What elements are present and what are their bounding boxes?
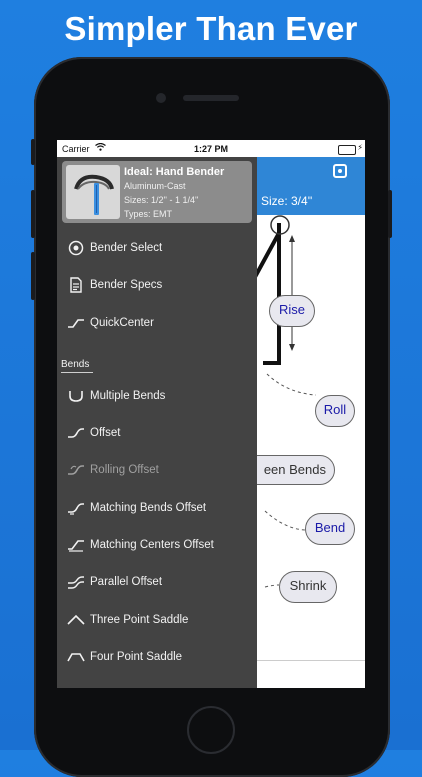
volume-up-button: [31, 190, 35, 238]
menu-item-label: Four Point Saddle: [90, 651, 183, 663]
bender-profile-card[interactable]: Ideal: Hand Bender Aluminum-Cast Sizes: …: [62, 161, 252, 223]
mute-switch: [31, 139, 35, 165]
matching-bends-icon: [66, 498, 86, 518]
section-underline: [61, 372, 93, 373]
four-point-saddle-icon: [66, 647, 86, 667]
power-button: [388, 190, 392, 238]
earpiece-speaker: [183, 95, 239, 101]
volume-down-button: [31, 252, 35, 300]
offset-icon: [66, 423, 86, 443]
charging-icon: ⚡: [357, 143, 363, 152]
navigation-drawer: Ideal: Hand Bender Aluminum-Cast Sizes: …: [57, 157, 257, 688]
menu-item-label: Offset: [90, 427, 121, 439]
front-camera: [156, 93, 166, 103]
matching-centers-icon: [66, 535, 86, 555]
menu-item-label: Rolling Offset: [90, 464, 159, 476]
parallel-offset-icon: [66, 572, 86, 592]
conduit-size-label: Size: 3/4'': [261, 194, 313, 208]
roll-leader: [266, 373, 317, 396]
conduit-segment: [253, 232, 281, 278]
u-bend-icon: [66, 386, 86, 406]
target-icon: [66, 238, 86, 258]
menu-item-label: Matching Bends Offset: [90, 502, 207, 514]
menu-item-label: Multiple Bends: [90, 390, 166, 402]
menu-item-multiple-bends[interactable]: Multiple Bends: [57, 379, 257, 413]
phone-screen: Carrier 1:27 PM ⚡ Size: 3/4'' Rise Roll …: [57, 140, 365, 688]
hand-bender-image: [66, 165, 120, 219]
menu-item-label: Bender Specs: [90, 279, 163, 291]
home-button[interactable]: [187, 706, 235, 754]
menu-item-three-point-saddle[interactable]: Three Point Saddle: [57, 603, 257, 637]
menu-item-offset[interactable]: Offset: [57, 416, 257, 450]
bends-section-header: Bends: [61, 359, 90, 370]
menu-item-bender-specs[interactable]: Bender Specs: [57, 268, 257, 302]
bend-leader: [264, 510, 306, 531]
menu-item-label: Bender Select: [90, 242, 163, 254]
menu-item-matching-centers-offset[interactable]: Matching Centers Offset: [57, 528, 257, 562]
menu-item-four-point-saddle[interactable]: Four Point Saddle: [57, 640, 257, 674]
divider: [257, 660, 365, 661]
menu-item-parallel-offset[interactable]: Parallel Offset: [57, 565, 257, 599]
menu-item-label: Three Point Saddle: [90, 614, 189, 626]
rise-callout[interactable]: Rise: [269, 295, 315, 327]
menu-item-label: Parallel Offset: [90, 576, 163, 588]
status-bar: Carrier 1:27 PM ⚡: [57, 140, 365, 157]
menu-item-rolling-offset[interactable]: Rolling Offset: [57, 453, 257, 487]
camera-settings-icon[interactable]: [333, 164, 347, 178]
shrink-leader: [264, 584, 280, 588]
bender-sizes: Sizes: 1/2'' - 1 1/4'': [124, 195, 199, 205]
shrink-callout[interactable]: Shrink: [279, 571, 337, 603]
bender-material: Aluminum-Cast: [124, 181, 186, 191]
bender-types: Types: EMT: [124, 209, 173, 219]
menu-item-label: Matching Centers Offset: [90, 539, 214, 551]
menu-item-quickcenter[interactable]: QuickCenter: [57, 306, 257, 340]
battery-icon: [338, 145, 356, 155]
clock: 1:27 PM: [193, 144, 228, 154]
quickcenter-icon: [66, 313, 86, 333]
roll-callout[interactable]: Roll: [315, 395, 355, 427]
document-icon: [66, 275, 86, 295]
headline: Simpler Than Ever: [64, 10, 358, 47]
three-point-saddle-icon: [66, 610, 86, 630]
menu-item-label: QuickCenter: [90, 317, 154, 329]
bend-callout[interactable]: Bend: [305, 513, 355, 545]
rolling-offset-icon: [66, 460, 86, 480]
menu-item-matching-bends-offset[interactable]: Matching Bends Offset: [57, 491, 257, 525]
bender-name: Ideal: Hand Bender: [124, 166, 225, 178]
menu-item-bender-select[interactable]: Bender Select: [57, 231, 257, 265]
